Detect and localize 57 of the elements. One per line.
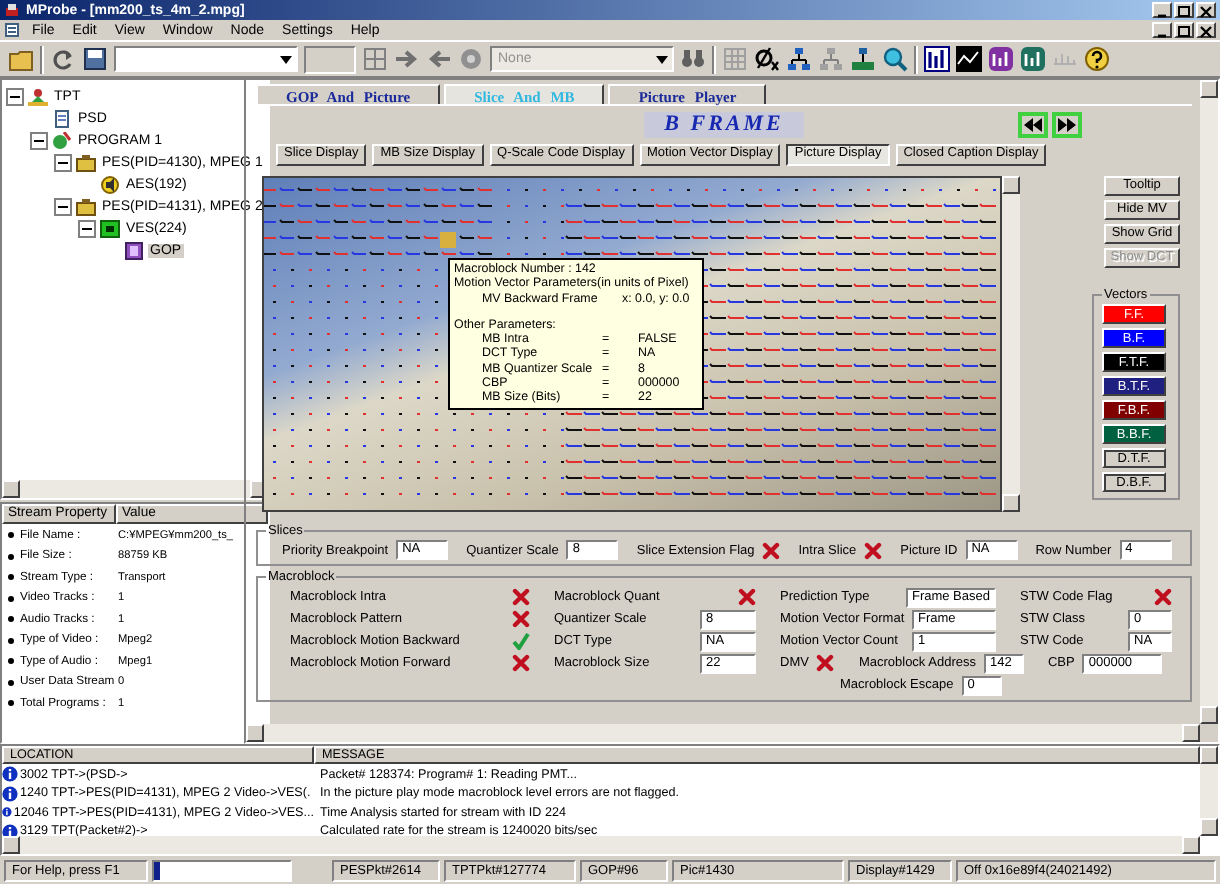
fast-forward-button[interactable] [1052, 112, 1082, 138]
collapse-icon[interactable] [6, 88, 24, 106]
input-field[interactable] [304, 45, 356, 73]
scrollbar[interactable] [246, 724, 1200, 742]
chart-icon[interactable] [988, 46, 1014, 72]
arrow-right-icon[interactable] [394, 46, 420, 72]
collapse-icon[interactable] [54, 154, 72, 172]
fast-forward-icon [1058, 118, 1076, 132]
chart-icon[interactable] [956, 46, 982, 72]
tree-icon[interactable] [850, 46, 876, 72]
scrollbar[interactable] [1002, 176, 1020, 512]
document-icon [52, 110, 72, 128]
package-icon [76, 154, 96, 172]
chart-icon[interactable] [924, 46, 950, 72]
grid-icon[interactable] [362, 46, 388, 72]
dropdown[interactable] [114, 46, 298, 72]
gop-icon [124, 242, 144, 260]
video-icon [100, 220, 120, 238]
package-icon [76, 198, 96, 216]
bullet-icon [8, 616, 14, 623]
close-button[interactable] [1196, 2, 1216, 18]
help-icon[interactable] [1084, 46, 1110, 72]
scrollbar[interactable] [1200, 746, 1218, 836]
macroblock-highlight [440, 232, 456, 248]
bullet-icon [8, 679, 14, 686]
rewind-button[interactable] [1018, 112, 1048, 138]
search-icon[interactable] [882, 46, 908, 72]
caret-icon [656, 55, 668, 63]
app-icon [4, 2, 20, 18]
bullet-icon [8, 637, 14, 644]
bullet-icon [8, 553, 14, 560]
tree-icon[interactable] [786, 46, 812, 72]
refresh-icon[interactable] [50, 46, 76, 72]
binoculars-icon[interactable] [680, 46, 706, 72]
speaker-icon [100, 176, 120, 194]
minimize-button[interactable] [1152, 22, 1172, 38]
caret-icon [280, 55, 292, 63]
bullet-icon [8, 574, 14, 581]
collapse-icon[interactable] [78, 220, 96, 238]
phi-icon[interactable] [754, 46, 780, 72]
scrollbar[interactable] [2, 836, 1200, 854]
open-folder-icon[interactable] [8, 46, 34, 72]
scrollbar[interactable] [1200, 80, 1218, 724]
close-icon [1198, 3, 1214, 17]
save-icon[interactable] [82, 46, 108, 72]
bullet-icon [8, 700, 14, 707]
collapse-icon[interactable] [54, 198, 72, 216]
close-button[interactable] [1196, 22, 1216, 38]
bullet-icon [8, 658, 14, 665]
frame-type-label: B FRAME [644, 112, 804, 138]
close-icon [1198, 23, 1214, 37]
arrow-left-icon[interactable] [426, 46, 452, 72]
bullet-icon [8, 595, 14, 602]
rewind-icon [1024, 118, 1042, 132]
collapse-icon[interactable] [30, 132, 48, 150]
minimize-button[interactable] [1152, 2, 1172, 18]
bullet-icon [8, 532, 14, 539]
